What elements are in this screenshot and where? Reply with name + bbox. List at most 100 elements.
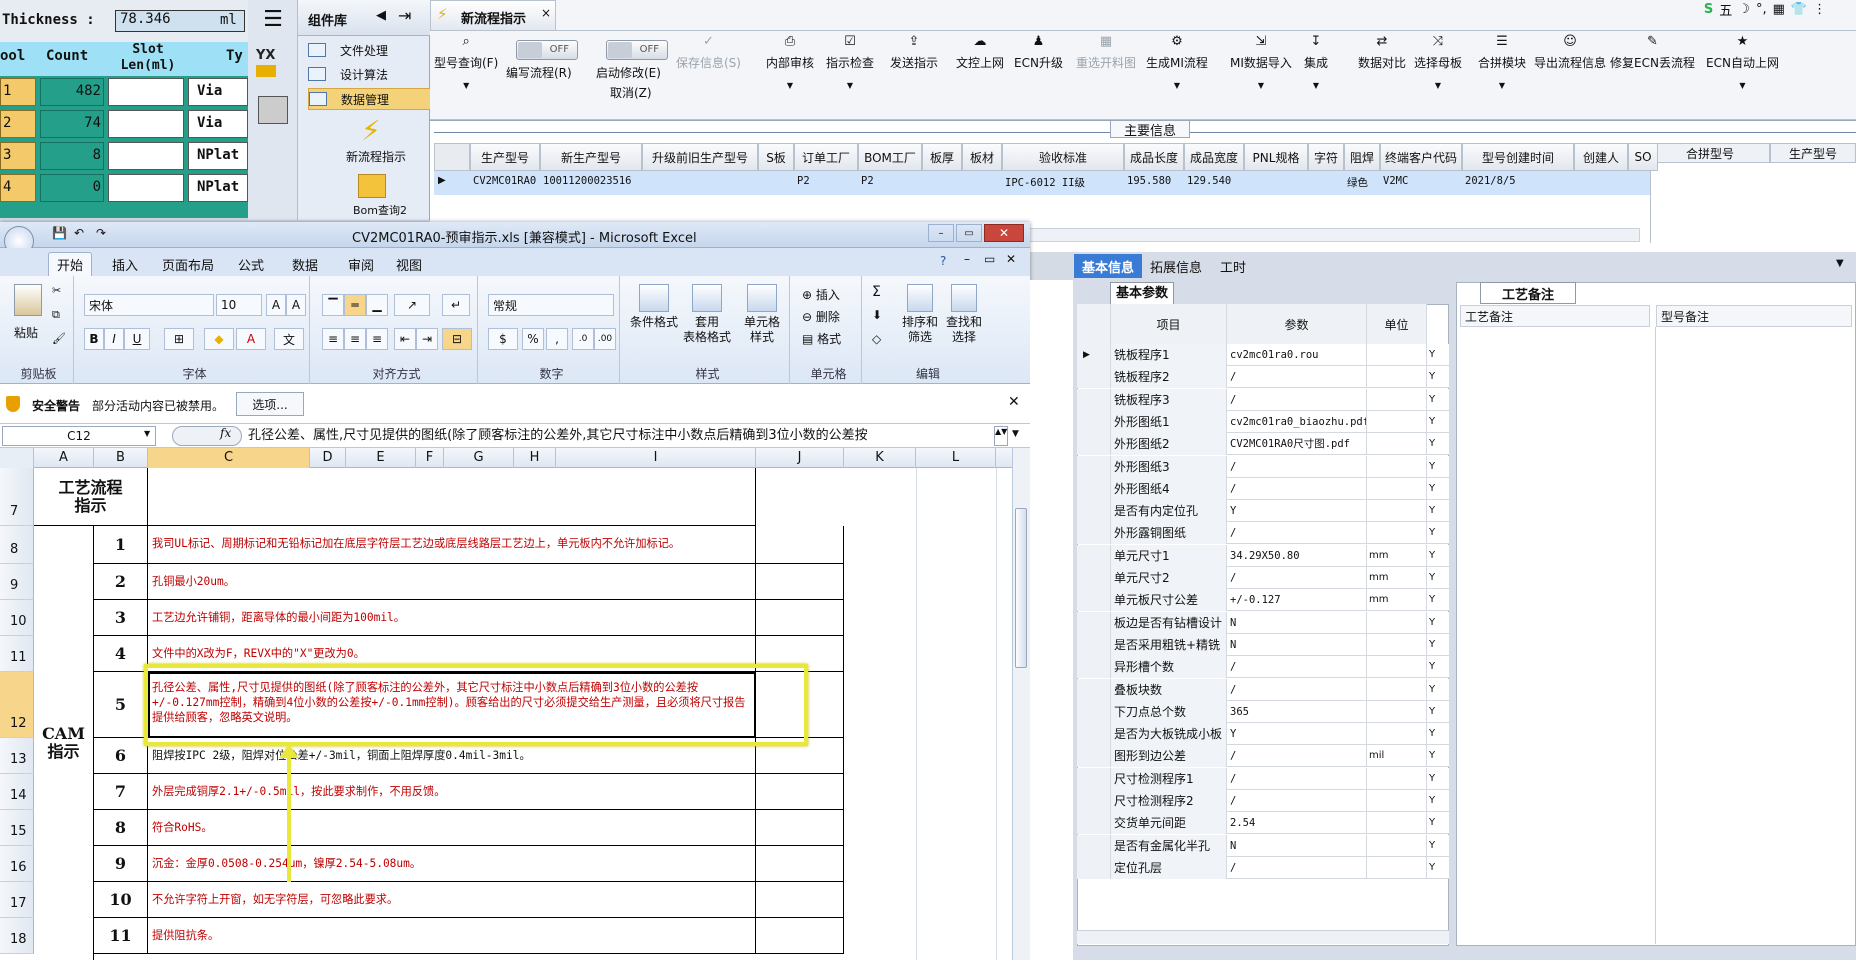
inc-decimal-icon[interactable]: .0 [572, 328, 594, 350]
row-header-16[interactable]: 16 [0, 846, 34, 882]
fill-icon[interactable]: ⬇ [872, 308, 882, 322]
column-header-B[interactable]: B [94, 448, 148, 468]
align-bottom-icon[interactable]: ▁ [366, 294, 388, 316]
align-middle-icon[interactable]: ═ [344, 294, 366, 316]
instruction-cell[interactable]: 我司UL标记、周期标记和无铅标记加在底层字符层工艺边或底层线路层工艺边上，单元板… [148, 526, 756, 564]
ribbon-close-icon[interactable]: ✕ [1006, 252, 1016, 266]
grid-col-header[interactable]: 验收标准 [1002, 143, 1124, 171]
column-header-J[interactable]: J [756, 448, 844, 468]
ribbon-min-icon[interactable]: – [964, 252, 970, 266]
restore-icon[interactable]: ▭ [956, 224, 982, 242]
paste-button[interactable]: 粘贴 [14, 324, 38, 341]
grid-col-header[interactable]: 板厚 [922, 143, 962, 171]
column-header-D[interactable]: D [310, 448, 346, 468]
column-header-F[interactable]: F [416, 448, 444, 468]
ribbon-restore-icon[interactable]: ▭ [984, 252, 995, 266]
tab-basic-params[interactable]: 基本参数 [1110, 282, 1174, 304]
column-header-K[interactable]: K [844, 448, 916, 468]
comma-icon[interactable]: , [546, 328, 568, 350]
instruction-cell[interactable]: 工艺边允许铺铜，距离导体的最小间距为100mil。 [148, 600, 756, 636]
clear-icon[interactable]: ◇ [872, 332, 881, 346]
param-value[interactable]: CV2MC01RA0尺寸图.pdf [1227, 433, 1367, 456]
table-row[interactable]: 叠板块数 / Y [1077, 678, 1449, 701]
grid-col-header[interactable]: 成品宽度 [1184, 143, 1244, 171]
ribbon-button-12[interactable]: ⇲ MI数据导入 ▼ [1230, 34, 1292, 90]
param-value[interactable]: 34.29X50.80 [1227, 544, 1367, 567]
options-button[interactable]: 选项... [236, 392, 304, 416]
param-value[interactable]: / [1227, 856, 1367, 879]
conditional-format-button[interactable]: 条件格式 [628, 284, 680, 330]
param-value[interactable]: / [1227, 388, 1367, 411]
table-row[interactable]: 图形到边公差 / mil Y [1077, 745, 1449, 768]
row-header-17[interactable]: 17 [0, 882, 34, 918]
help-icon[interactable]: ? [940, 254, 946, 268]
font-name-select[interactable]: 宋体 [84, 294, 214, 316]
paste-icon[interactable] [14, 284, 42, 316]
align-top-icon[interactable]: ▔ [322, 294, 344, 316]
excel-tab-1[interactable]: 插入 [104, 252, 146, 276]
table-row[interactable]: 外形图纸4/ Y [1077, 477, 1449, 500]
param-value[interactable]: N [1227, 834, 1367, 857]
italic-icon[interactable]: I [104, 328, 124, 350]
cancel-button[interactable]: 取消(Z) [610, 84, 652, 101]
param-value[interactable]: Y [1227, 723, 1367, 746]
format-as-table-button[interactable]: 套用 表格格式 [678, 284, 736, 345]
table-row[interactable]: 是否有金属化半孔 N Y [1077, 834, 1449, 857]
grid-col-header[interactable]: 订单工厂 [794, 143, 858, 171]
grid-col-header[interactable]: 终端客户代码 [1380, 143, 1462, 171]
param-value[interactable]: / [1227, 767, 1367, 790]
table-row[interactable]: 单元尺寸1 34.29X50.80 mm Y [1077, 544, 1449, 567]
tab-new-flow[interactable]: ⚡ 新流程指示 × [430, 0, 556, 30]
align-center-icon[interactable]: ≡ [344, 328, 366, 350]
orientation-icon[interactable]: ↗ [394, 294, 430, 316]
align-right-icon[interactable]: ≡ [366, 328, 388, 350]
notes-cell[interactable] [756, 846, 844, 882]
table-row[interactable]: 铣板程序2/ Y [1077, 366, 1449, 389]
ribbon-button-16[interactable]: ☰ 合拼模块 ▼ [1478, 34, 1526, 90]
scroll-thumb[interactable] [1015, 508, 1027, 668]
table-row[interactable]: 外形露铜图纸 / Y [1077, 522, 1449, 545]
ribbon-button-14[interactable]: ⇄ 数据对比 [1358, 34, 1406, 71]
format-painter-icon[interactable]: 🖌 [52, 332, 66, 345]
qat-save-icon[interactable]: 💾 [52, 226, 67, 240]
grid-col-header[interactable]: 创建人 [1574, 143, 1628, 171]
close-icon[interactable]: ✕ [984, 224, 1024, 242]
ribbon-button-11[interactable]: ⚙ 生成MI流程 ▼ [1146, 34, 1208, 90]
formula-expand-icon[interactable]: ▼ [1012, 429, 1019, 439]
dec-decimal-icon[interactable]: .00 [594, 328, 616, 350]
row-header-11[interactable]: 11 [0, 636, 34, 672]
pin-icon[interactable]: ⇥ [398, 6, 411, 25]
start-modify-toggle[interactable]: OFF [606, 40, 668, 60]
lightning-icon[interactable]: ⚡ [353, 114, 389, 147]
ribbon-button-19[interactable]: ★ ECN自动上网 ▼ [1706, 34, 1779, 90]
grid-col-header[interactable]: SO [1628, 143, 1658, 171]
table-row[interactable]: 单元板尺寸公差 +/-0.127 mm Y [1077, 589, 1449, 612]
table-row[interactable]: 是否有内定位孔 Y Y [1077, 500, 1449, 523]
grid-col-header[interactable]: 成品长度 [1124, 143, 1184, 171]
cell-styles-button[interactable]: 单元格 样式 [736, 284, 788, 345]
table-row[interactable]: 异形槽个数 / Y [1077, 656, 1449, 679]
redo-icon[interactable]: ↷ [96, 226, 106, 240]
table-row[interactable]: ▶ 铣板程序1 cv2mc01ra0.rou Y [1077, 344, 1449, 366]
table-row[interactable]: 外形图纸3/ Y [1077, 455, 1449, 478]
grid-col-header[interactable]: S板 [758, 143, 794, 171]
autosum-icon[interactable]: Σ [872, 284, 881, 300]
indent-inc-icon[interactable]: ⇥ [416, 328, 438, 350]
table-row[interactable]: 单元尺寸2/mm Y [1077, 567, 1449, 589]
select-all-corner[interactable] [0, 448, 34, 468]
ribbon-button-9[interactable]: ♟ ECN升级 [1014, 34, 1063, 71]
notes-cell[interactable] [756, 526, 844, 564]
ribbon-button-13[interactable]: ↧ 集成 ▼ [1304, 34, 1328, 90]
table-row[interactable]: 板边是否有钻槽设计 N Y [1077, 611, 1449, 634]
instruction-cell[interactable]: 沉金：金厚0.0508-0.254um，镍厚2.54-5.08um。 [148, 846, 756, 882]
param-value[interactable]: N [1227, 633, 1367, 656]
param-value[interactable]: / [1227, 522, 1367, 545]
column-header-L[interactable]: L [916, 448, 996, 468]
new-flow-item[interactable]: 新流程指示 [334, 148, 418, 165]
instruction-cell[interactable]: 不允许字符上开窗，如无字符层，可忽略此要求。 [148, 882, 756, 918]
sort-filter-button[interactable]: 排序和 筛选 [898, 284, 942, 345]
table-row[interactable]: 外形图纸1 cv2mc01ra0_biaozhu.pdf Y [1077, 410, 1449, 433]
fx-icon[interactable]: fx [220, 426, 231, 440]
row-header-13[interactable]: 13 [0, 738, 34, 774]
undo-icon[interactable]: ↶ [74, 226, 84, 240]
